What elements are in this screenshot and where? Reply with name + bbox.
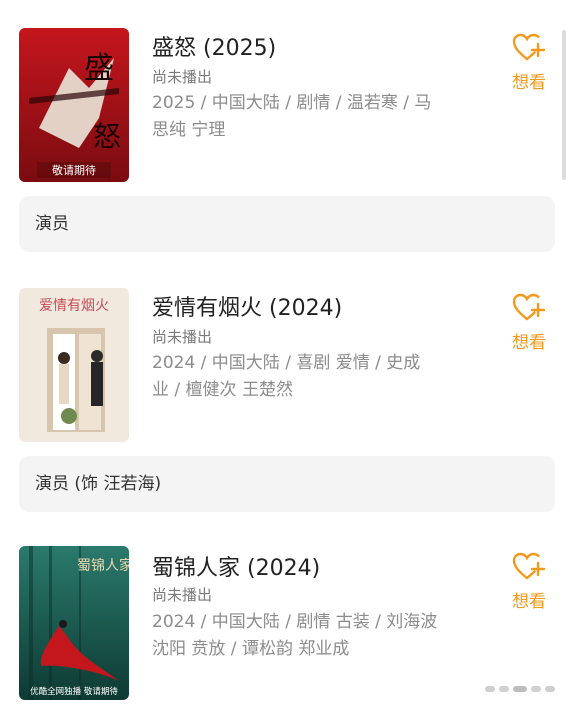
poster-title-char: 怒 — [93, 120, 121, 153]
want-to-watch-button[interactable]: 想看 — [506, 32, 552, 93]
role-box: 演员 — [19, 196, 555, 252]
drama-title[interactable]: 蜀锦人家 (2024) — [152, 550, 320, 582]
air-status: 尚未播出 — [152, 68, 213, 86]
drama-meta: 2024 / 中国大陆 / 剧情 古装 / 刘海波 沈阳 贲放 / 谭松韵 郑业… — [152, 609, 472, 663]
dot — [499, 686, 509, 692]
meta-line: 2024 / 中国大陆 / 剧情 古装 / 刘海波 — [152, 612, 438, 632]
want-to-watch-label: 想看 — [512, 592, 546, 612]
scrollbar[interactable] — [560, 0, 568, 713]
drama-title[interactable]: 爱情有烟火 (2024) — [152, 290, 342, 322]
role-box: 演员 (饰 汪若海) — [19, 456, 555, 512]
drama-title[interactable]: 盛怒 (2025) — [152, 30, 276, 62]
poster-title-char: 盛 — [84, 51, 114, 86]
want-to-watch-label: 想看 — [512, 73, 546, 93]
poster-title-text: 蜀锦人家 — [77, 557, 129, 574]
poster-caption: 优酷全网独播 敬请期待 — [30, 686, 118, 697]
meta-line: 2025 / 中国大陆 / 剧情 / 温若寒 / 马 — [152, 93, 432, 113]
meta-line: 沈阳 贲放 / 谭松韵 郑业成 — [152, 639, 350, 659]
drama-meta: 2025 / 中国大陆 / 剧情 / 温若寒 / 马 思纯 宁理 — [152, 90, 472, 144]
want-to-watch-label: 想看 — [512, 333, 546, 353]
dot — [485, 686, 495, 692]
drama-meta: 2024 / 中国大陆 / 喜剧 爱情 / 史成 业 / 檀健次 王楚然 — [152, 350, 472, 404]
watermark-dots — [485, 686, 555, 692]
want-to-watch-button[interactable]: 想看 — [506, 292, 552, 353]
want-to-watch-button[interactable]: 想看 — [506, 551, 552, 612]
air-status: 尚未播出 — [152, 328, 213, 346]
dot — [545, 686, 555, 692]
meta-line: 业 / 檀健次 王楚然 — [152, 380, 293, 400]
poster-image[interactable]: 盛 怒 敬请期待 — [19, 28, 129, 182]
meta-line: 思纯 宁理 — [152, 120, 226, 140]
meta-line: 2024 / 中国大陆 / 喜剧 爱情 / 史成 — [152, 353, 421, 373]
heart-plus-icon — [512, 33, 546, 61]
poster-title-text: 爱情有烟火 — [39, 298, 109, 314]
poster-image[interactable]: 爱情有烟火 — [19, 288, 129, 442]
air-status: 尚未播出 — [152, 586, 213, 604]
dot — [513, 686, 527, 692]
heart-plus-icon — [512, 293, 546, 321]
poster-caption: 敬请期待 — [52, 163, 96, 177]
scrollbar-thumb[interactable] — [562, 30, 566, 180]
dot — [531, 686, 541, 692]
heart-plus-icon — [512, 552, 546, 580]
poster-image[interactable]: 蜀锦人家 优酷全网独播 敬请期待 — [19, 546, 129, 700]
